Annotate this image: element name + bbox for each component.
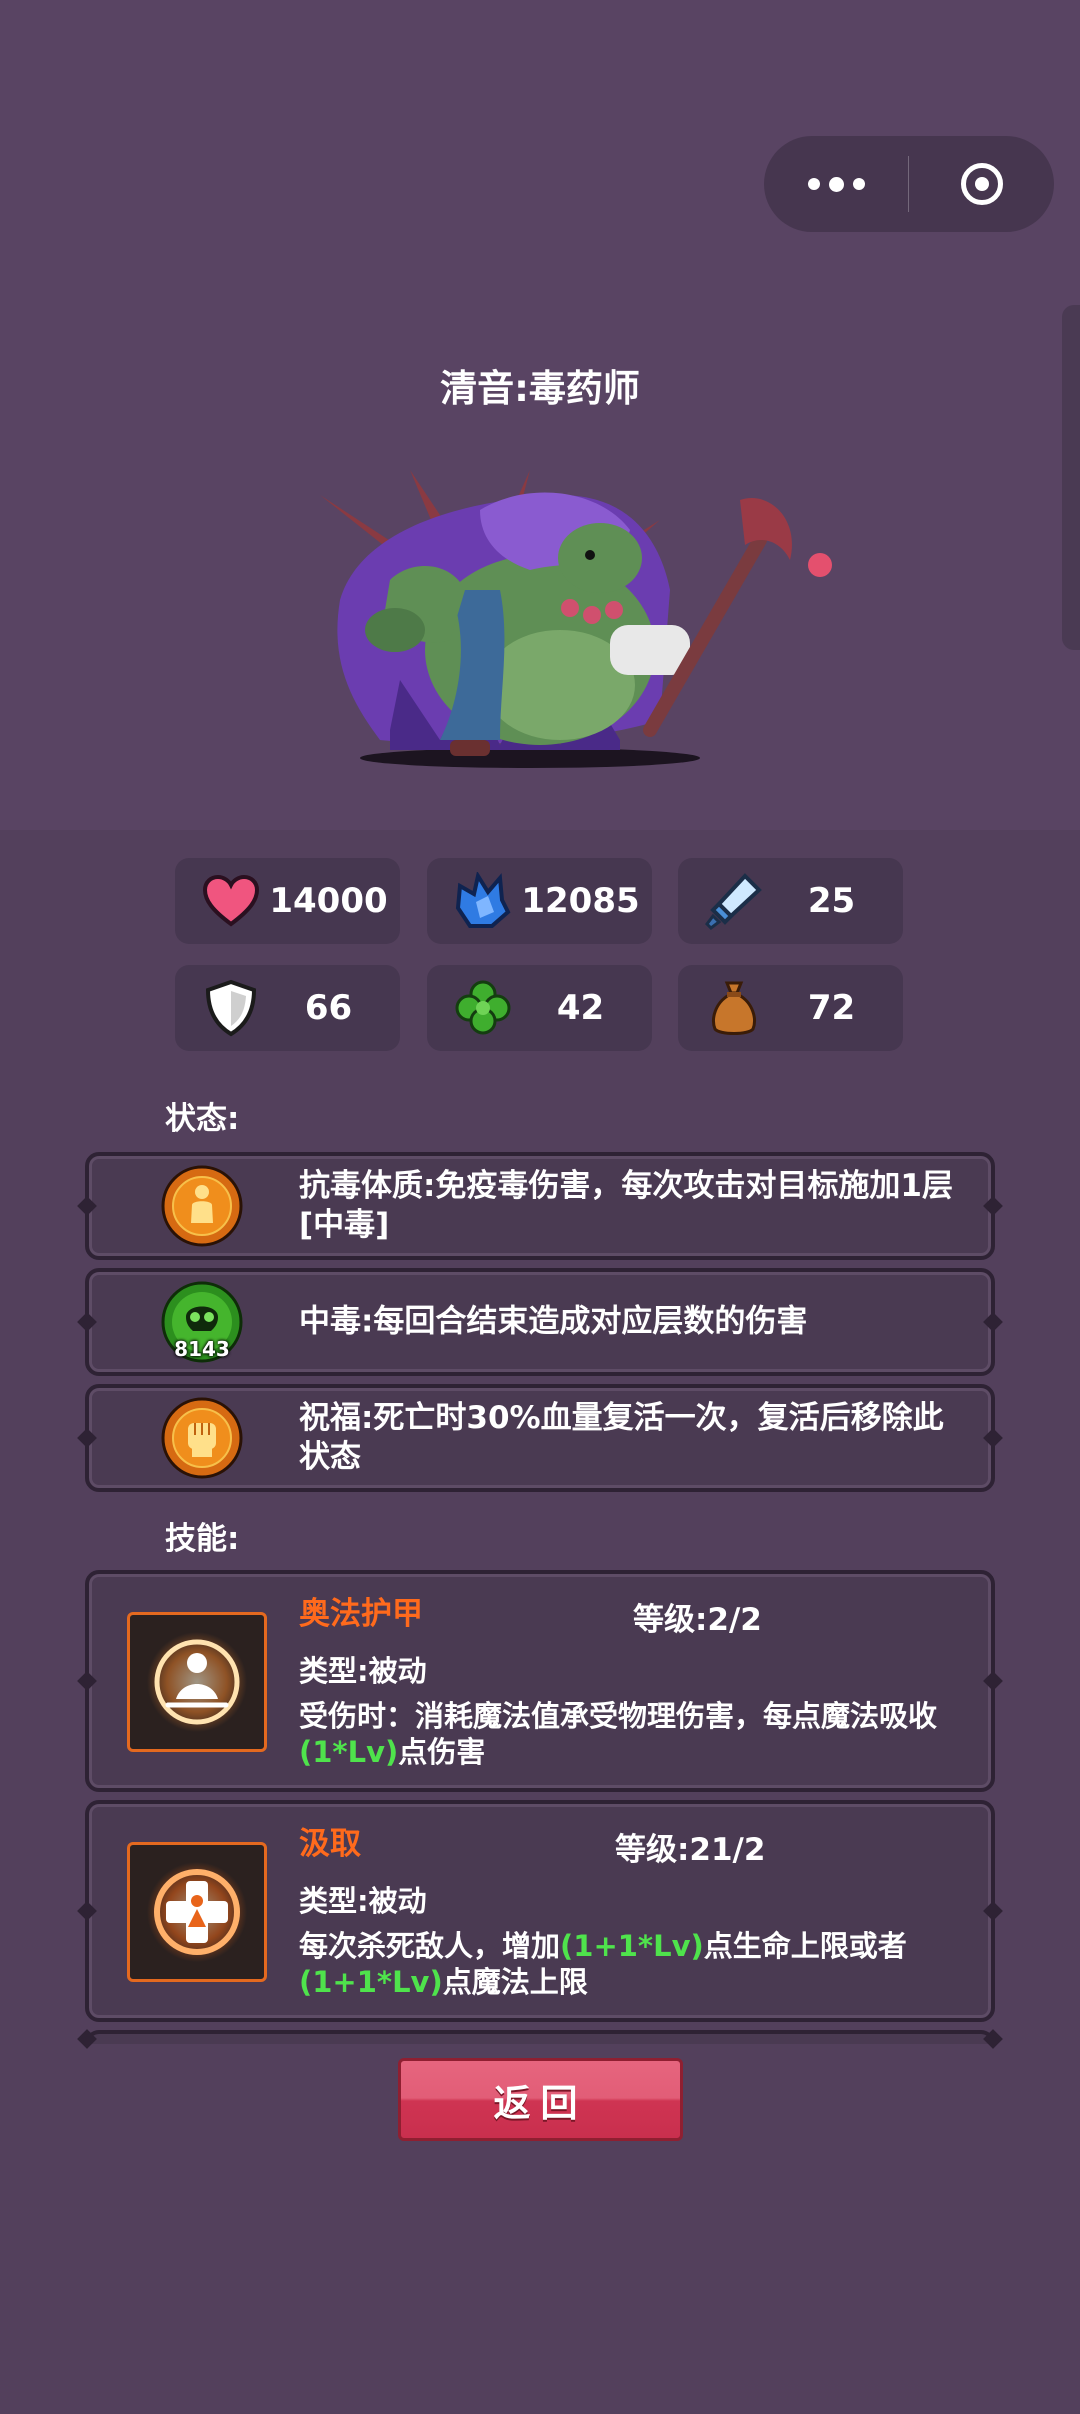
shield-icon bbox=[201, 978, 261, 1038]
skill-description: 受伤时：消耗魔法值承受物理伤害，每点魔法吸收(1*Lv)点伤害 bbox=[299, 1699, 938, 1769]
poison-resist-icon bbox=[161, 1165, 243, 1247]
skill-card[interactable]: 汲取 等级:21/2 类型:被动 每次杀死敌人，增加(1+1*Lv)点生命上限或… bbox=[85, 1800, 995, 2022]
skill-description: 每次杀死敌人，增加(1+1*Lv)点生命上限或者(1+1*Lv)点魔法上限 bbox=[299, 1929, 907, 1999]
skill-card[interactable]: 奥法护甲 等级:2/2 类型:被动 受伤时：消耗魔法值承受物理伤害，每点魔法吸收… bbox=[85, 1570, 995, 1792]
skill-card-partial bbox=[85, 2030, 995, 2044]
skill-level-value: 21/2 bbox=[689, 1832, 766, 1868]
skills-section-label: 技能: bbox=[165, 1521, 240, 1557]
stat-mp-value: 12085 bbox=[521, 881, 640, 921]
stat-mp: 12085 bbox=[427, 858, 652, 944]
stat-defense: 66 bbox=[175, 965, 400, 1051]
stat-luck: 42 bbox=[427, 965, 652, 1051]
status-item[interactable]: 抗毒体质:免疫毒伤害，每次攻击对目标施加1层[中毒] bbox=[85, 1152, 995, 1260]
more-dots-icon bbox=[807, 176, 865, 192]
stat-luck-value: 42 bbox=[556, 988, 605, 1028]
drain-icon bbox=[127, 1842, 267, 1982]
mana-crystal-icon bbox=[453, 871, 513, 931]
status-stack-count: 8143 bbox=[174, 1337, 230, 1361]
clover-icon bbox=[453, 978, 513, 1038]
more-button[interactable] bbox=[764, 136, 908, 232]
close-button[interactable] bbox=[909, 136, 1054, 232]
back-button[interactable]: 返回 bbox=[398, 2058, 683, 2141]
status-text: 抗毒体质:免疫毒伤害，每次攻击对目标施加1层[中毒] bbox=[299, 1168, 953, 1243]
stat-attack: 25 bbox=[678, 858, 903, 944]
status-item[interactable]: 祝福:死亡时30%血量复活一次，复活后移除此状态 bbox=[85, 1384, 995, 1492]
status-section-label: 状态: bbox=[165, 1101, 240, 1137]
sword-icon bbox=[704, 871, 764, 931]
stat-defense-value: 66 bbox=[304, 988, 353, 1028]
skill-level-value: 2/2 bbox=[707, 1602, 762, 1638]
character-title: 清音:毒药师 bbox=[440, 367, 640, 410]
stat-gold: 72 bbox=[678, 965, 903, 1051]
back-button-label: 返回 bbox=[493, 2081, 588, 2125]
stat-hp: 14000 bbox=[175, 858, 400, 944]
stat-attack-value: 25 bbox=[807, 881, 856, 921]
status-text: 祝福:死亡时30%血量复活一次，复活后移除此状态 bbox=[299, 1400, 944, 1475]
stat-hp-value: 14000 bbox=[269, 881, 388, 921]
money-bag-icon bbox=[704, 978, 764, 1038]
character-portrait bbox=[320, 470, 832, 768]
skill-name: 奥法护甲 bbox=[299, 1596, 423, 1632]
heart-icon bbox=[201, 871, 261, 931]
skill-level: 等级:21/2 bbox=[615, 1824, 765, 1869]
skill-type: 类型:被动 bbox=[299, 1654, 427, 1688]
side-drawer-handle[interactable] bbox=[1062, 305, 1080, 650]
mini-program-capsule bbox=[764, 136, 1054, 232]
skill-name: 汲取 bbox=[299, 1826, 361, 1862]
poison-skull-icon: 8143 bbox=[161, 1281, 243, 1363]
skill-type: 类型:被动 bbox=[299, 1884, 427, 1918]
arcane-armor-icon bbox=[127, 1612, 267, 1752]
skill-level-label: 等级: bbox=[615, 1832, 690, 1868]
skill-level: 等级:2/2 bbox=[633, 1594, 762, 1639]
status-item[interactable]: 8143 中毒:每回合结束造成对应层数的伤害 bbox=[85, 1268, 995, 1376]
blessing-fist-icon bbox=[161, 1397, 243, 1479]
target-ring-icon bbox=[960, 163, 1003, 205]
status-text: 中毒:每回合结束造成对应层数的伤害 bbox=[299, 1303, 808, 1340]
skill-level-label: 等级: bbox=[633, 1602, 708, 1638]
stat-gold-value: 72 bbox=[807, 988, 856, 1028]
